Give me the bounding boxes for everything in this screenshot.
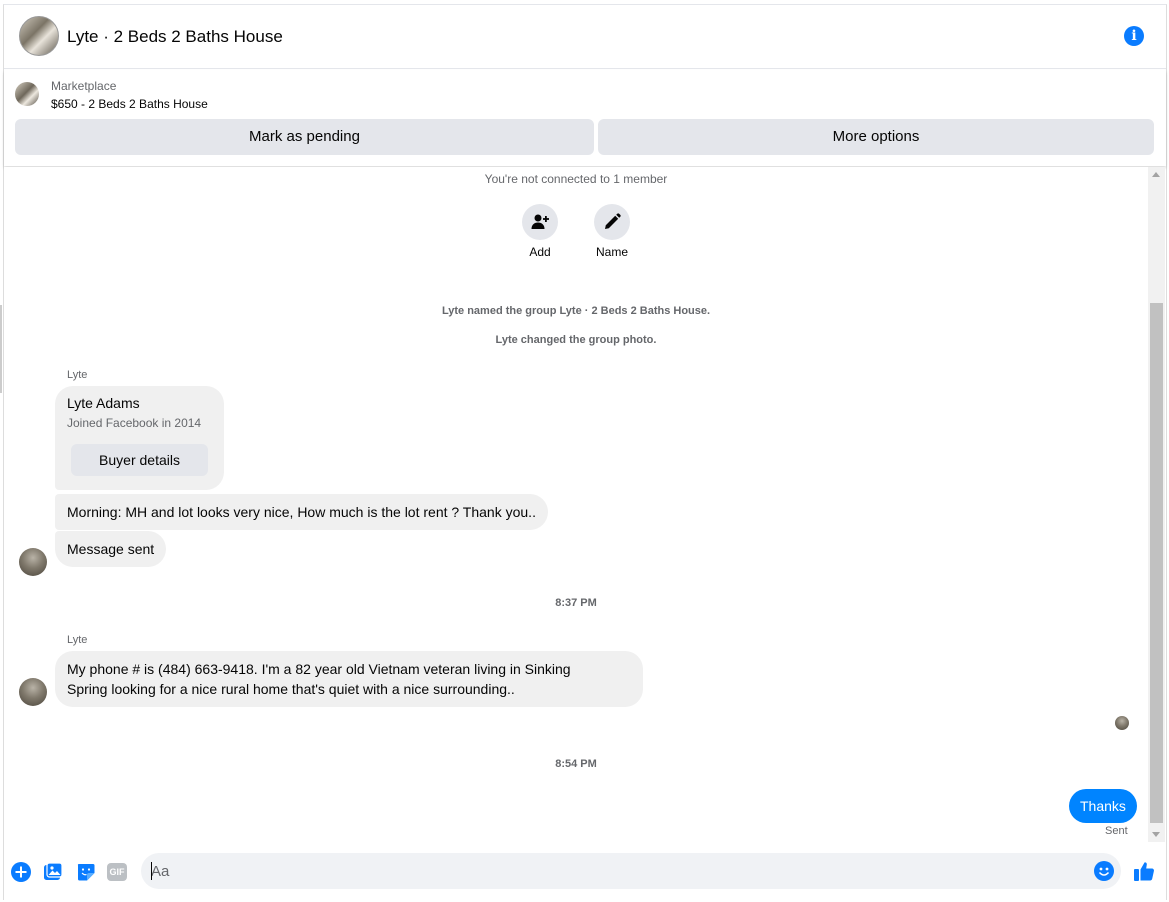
add-label: Add bbox=[529, 245, 551, 259]
message-line: Spring looking for a nice rural home tha… bbox=[67, 681, 515, 697]
message-input[interactable] bbox=[141, 853, 1071, 889]
sticker-icon[interactable] bbox=[76, 862, 96, 882]
buyer-details-button[interactable]: Buyer details bbox=[71, 444, 208, 476]
message-bubble[interactable]: Morning: MH and lot looks very nice, How… bbox=[55, 494, 548, 530]
sender-name: Lyte bbox=[67, 634, 88, 646]
name-label: Name bbox=[595, 245, 628, 259]
read-receipt-avatar bbox=[1115, 716, 1129, 730]
message-composer: GIF bbox=[4, 843, 1166, 899]
name-group-button[interactable] bbox=[594, 204, 630, 240]
message-input-wrapper[interactable] bbox=[141, 853, 1121, 889]
add-member-button[interactable] bbox=[522, 204, 558, 240]
timestamp: 8:37 PM bbox=[555, 597, 597, 609]
connection-notice: You're not connected to 1 member bbox=[484, 172, 668, 186]
system-message: Lyte changed the group photo. bbox=[495, 334, 657, 346]
sender-avatar[interactable] bbox=[19, 678, 47, 706]
pencil-icon bbox=[605, 213, 621, 229]
thumbs-up-icon[interactable] bbox=[1133, 860, 1155, 882]
listing-title[interactable]: $650 - 2 Beds 2 Baths House bbox=[51, 97, 208, 111]
window-edge bbox=[0, 305, 2, 393]
message-bubble[interactable]: My phone # is (484) 663-9418. I'm a 82 y… bbox=[55, 651, 643, 707]
mark-as-pending-button[interactable]: Mark as pending bbox=[15, 119, 594, 155]
more-options-button[interactable]: More options bbox=[598, 119, 1154, 155]
message-line: My phone # is (484) 663-9418. I'm a 82 y… bbox=[67, 661, 571, 677]
group-avatar[interactable] bbox=[19, 16, 59, 56]
add-person-icon bbox=[531, 214, 549, 229]
buyer-name: Lyte Adams bbox=[67, 395, 140, 411]
scroll-down-icon[interactable] bbox=[1152, 832, 1160, 837]
chat-scrollbar[interactable] bbox=[1148, 167, 1165, 842]
photo-icon[interactable] bbox=[43, 862, 63, 882]
emoji-icon[interactable] bbox=[1094, 861, 1114, 881]
marketplace-label: Marketplace bbox=[51, 79, 117, 93]
message-bubble[interactable]: Message sent bbox=[55, 531, 167, 567]
info-icon[interactable]: i bbox=[1124, 26, 1144, 46]
conversation-title[interactable]: Lyte · 2 Beds 2 Baths House bbox=[67, 27, 283, 47]
sender-avatar[interactable] bbox=[19, 548, 47, 576]
conversation-header: Lyte · 2 Beds 2 Baths House i bbox=[4, 5, 1166, 69]
system-message: Lyte named the group Lyte · 2 Beds 2 Bat… bbox=[441, 305, 711, 317]
buyer-profile-card: Lyte Adams Joined Facebook in 2014 Buyer… bbox=[55, 386, 224, 490]
message-list: You're not connected to 1 member Add Nam… bbox=[4, 167, 1148, 843]
scroll-up-icon[interactable] bbox=[1152, 172, 1160, 177]
listing-thumbnail[interactable] bbox=[15, 82, 39, 106]
buyer-joined: Joined Facebook in 2014 bbox=[67, 416, 202, 430]
plus-icon[interactable] bbox=[11, 862, 31, 882]
sent-status: Sent bbox=[1105, 825, 1128, 837]
scrollbar-thumb[interactable] bbox=[1150, 303, 1163, 823]
gif-icon[interactable]: GIF bbox=[107, 863, 127, 881]
sender-name: Lyte bbox=[67, 369, 88, 381]
my-message-bubble[interactable]: Thanks bbox=[1069, 789, 1137, 823]
timestamp: 8:54 PM bbox=[555, 758, 597, 770]
text-caret bbox=[151, 862, 152, 880]
marketplace-panel: Marketplace $650 - 2 Beds 2 Baths House … bbox=[4, 70, 1166, 166]
